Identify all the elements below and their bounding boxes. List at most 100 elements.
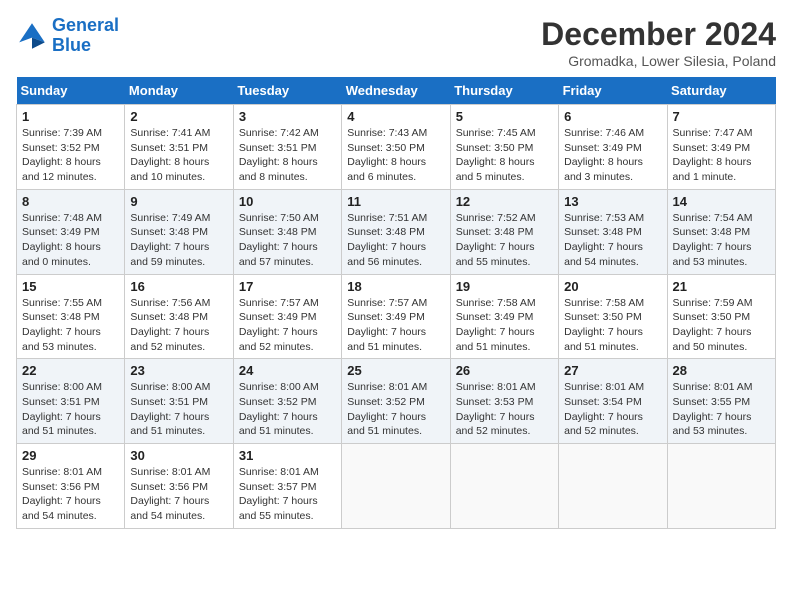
day-detail: Sunrise: 8:01 AM Sunset: 3:56 PM Dayligh… <box>22 465 119 524</box>
calendar-cell: 28 Sunrise: 8:01 AM Sunset: 3:55 PM Dayl… <box>667 359 775 444</box>
calendar-cell: 23 Sunrise: 8:00 AM Sunset: 3:51 PM Dayl… <box>125 359 233 444</box>
weekday-friday: Friday <box>559 77 667 105</box>
day-detail: Sunrise: 7:57 AM Sunset: 3:49 PM Dayligh… <box>239 296 336 355</box>
calendar-cell: 10 Sunrise: 7:50 AM Sunset: 3:48 PM Dayl… <box>233 189 341 274</box>
day-number: 28 <box>673 363 770 378</box>
calendar-cell: 8 Sunrise: 7:48 AM Sunset: 3:49 PM Dayli… <box>17 189 125 274</box>
day-number: 4 <box>347 109 444 124</box>
calendar-table: SundayMondayTuesdayWednesdayThursdayFrid… <box>16 77 776 529</box>
calendar-cell: 11 Sunrise: 7:51 AM Sunset: 3:48 PM Dayl… <box>342 189 450 274</box>
day-detail: Sunrise: 7:49 AM Sunset: 3:48 PM Dayligh… <box>130 211 227 270</box>
day-detail: Sunrise: 7:45 AM Sunset: 3:50 PM Dayligh… <box>456 126 553 185</box>
calendar-cell: 22 Sunrise: 8:00 AM Sunset: 3:51 PM Dayl… <box>17 359 125 444</box>
day-number: 20 <box>564 279 661 294</box>
day-number: 7 <box>673 109 770 124</box>
day-number: 12 <box>456 194 553 209</box>
calendar-cell: 15 Sunrise: 7:55 AM Sunset: 3:48 PM Dayl… <box>17 274 125 359</box>
title-area: December 2024 Gromadka, Lower Silesia, P… <box>541 16 776 69</box>
calendar-cell: 19 Sunrise: 7:58 AM Sunset: 3:49 PM Dayl… <box>450 274 558 359</box>
calendar-cell: 4 Sunrise: 7:43 AM Sunset: 3:50 PM Dayli… <box>342 105 450 190</box>
week-row-5: 29 Sunrise: 8:01 AM Sunset: 3:56 PM Dayl… <box>17 444 776 529</box>
day-number: 1 <box>22 109 119 124</box>
day-number: 11 <box>347 194 444 209</box>
day-detail: Sunrise: 7:53 AM Sunset: 3:48 PM Dayligh… <box>564 211 661 270</box>
day-number: 9 <box>130 194 227 209</box>
calendar-cell: 18 Sunrise: 7:57 AM Sunset: 3:49 PM Dayl… <box>342 274 450 359</box>
day-detail: Sunrise: 7:50 AM Sunset: 3:48 PM Dayligh… <box>239 211 336 270</box>
logo-icon <box>16 20 48 52</box>
calendar-cell <box>450 444 558 529</box>
day-number: 23 <box>130 363 227 378</box>
day-detail: Sunrise: 8:01 AM Sunset: 3:57 PM Dayligh… <box>239 465 336 524</box>
day-number: 19 <box>456 279 553 294</box>
week-row-2: 8 Sunrise: 7:48 AM Sunset: 3:49 PM Dayli… <box>17 189 776 274</box>
calendar-cell: 29 Sunrise: 8:01 AM Sunset: 3:56 PM Dayl… <box>17 444 125 529</box>
day-detail: Sunrise: 7:47 AM Sunset: 3:49 PM Dayligh… <box>673 126 770 185</box>
calendar-cell: 1 Sunrise: 7:39 AM Sunset: 3:52 PM Dayli… <box>17 105 125 190</box>
calendar-cell: 26 Sunrise: 8:01 AM Sunset: 3:53 PM Dayl… <box>450 359 558 444</box>
day-detail: Sunrise: 8:01 AM Sunset: 3:56 PM Dayligh… <box>130 465 227 524</box>
calendar-cell: 24 Sunrise: 8:00 AM Sunset: 3:52 PM Dayl… <box>233 359 341 444</box>
calendar-cell: 2 Sunrise: 7:41 AM Sunset: 3:51 PM Dayli… <box>125 105 233 190</box>
month-title: December 2024 <box>541 16 776 53</box>
calendar-cell: 13 Sunrise: 7:53 AM Sunset: 3:48 PM Dayl… <box>559 189 667 274</box>
day-number: 22 <box>22 363 119 378</box>
day-detail: Sunrise: 8:00 AM Sunset: 3:52 PM Dayligh… <box>239 380 336 439</box>
day-detail: Sunrise: 8:01 AM Sunset: 3:55 PM Dayligh… <box>673 380 770 439</box>
day-number: 29 <box>22 448 119 463</box>
calendar-cell <box>667 444 775 529</box>
calendar-cell: 9 Sunrise: 7:49 AM Sunset: 3:48 PM Dayli… <box>125 189 233 274</box>
day-number: 18 <box>347 279 444 294</box>
calendar-cell: 30 Sunrise: 8:01 AM Sunset: 3:56 PM Dayl… <box>125 444 233 529</box>
day-number: 17 <box>239 279 336 294</box>
day-number: 8 <box>22 194 119 209</box>
day-detail: Sunrise: 7:59 AM Sunset: 3:50 PM Dayligh… <box>673 296 770 355</box>
weekday-sunday: Sunday <box>17 77 125 105</box>
day-detail: Sunrise: 7:58 AM Sunset: 3:49 PM Dayligh… <box>456 296 553 355</box>
day-number: 30 <box>130 448 227 463</box>
day-number: 10 <box>239 194 336 209</box>
calendar-cell: 6 Sunrise: 7:46 AM Sunset: 3:49 PM Dayli… <box>559 105 667 190</box>
day-number: 13 <box>564 194 661 209</box>
calendar-cell: 12 Sunrise: 7:52 AM Sunset: 3:48 PM Dayl… <box>450 189 558 274</box>
day-detail: Sunrise: 7:57 AM Sunset: 3:49 PM Dayligh… <box>347 296 444 355</box>
calendar-cell: 17 Sunrise: 7:57 AM Sunset: 3:49 PM Dayl… <box>233 274 341 359</box>
week-row-4: 22 Sunrise: 8:00 AM Sunset: 3:51 PM Dayl… <box>17 359 776 444</box>
weekday-wednesday: Wednesday <box>342 77 450 105</box>
day-number: 2 <box>130 109 227 124</box>
day-number: 25 <box>347 363 444 378</box>
weekday-tuesday: Tuesday <box>233 77 341 105</box>
calendar-cell: 20 Sunrise: 7:58 AM Sunset: 3:50 PM Dayl… <box>559 274 667 359</box>
day-detail: Sunrise: 8:00 AM Sunset: 3:51 PM Dayligh… <box>130 380 227 439</box>
calendar-cell: 14 Sunrise: 7:54 AM Sunset: 3:48 PM Dayl… <box>667 189 775 274</box>
day-detail: Sunrise: 7:58 AM Sunset: 3:50 PM Dayligh… <box>564 296 661 355</box>
day-number: 6 <box>564 109 661 124</box>
day-detail: Sunrise: 7:43 AM Sunset: 3:50 PM Dayligh… <box>347 126 444 185</box>
weekday-thursday: Thursday <box>450 77 558 105</box>
calendar-cell <box>559 444 667 529</box>
day-detail: Sunrise: 7:56 AM Sunset: 3:48 PM Dayligh… <box>130 296 227 355</box>
day-number: 3 <box>239 109 336 124</box>
day-detail: Sunrise: 8:01 AM Sunset: 3:52 PM Dayligh… <box>347 380 444 439</box>
calendar-cell: 7 Sunrise: 7:47 AM Sunset: 3:49 PM Dayli… <box>667 105 775 190</box>
week-row-1: 1 Sunrise: 7:39 AM Sunset: 3:52 PM Dayli… <box>17 105 776 190</box>
location: Gromadka, Lower Silesia, Poland <box>541 53 776 69</box>
day-detail: Sunrise: 7:48 AM Sunset: 3:49 PM Dayligh… <box>22 211 119 270</box>
day-number: 24 <box>239 363 336 378</box>
day-detail: Sunrise: 7:52 AM Sunset: 3:48 PM Dayligh… <box>456 211 553 270</box>
calendar-cell: 16 Sunrise: 7:56 AM Sunset: 3:48 PM Dayl… <box>125 274 233 359</box>
day-detail: Sunrise: 8:00 AM Sunset: 3:51 PM Dayligh… <box>22 380 119 439</box>
logo: General Blue <box>16 16 119 56</box>
day-detail: Sunrise: 7:55 AM Sunset: 3:48 PM Dayligh… <box>22 296 119 355</box>
day-detail: Sunrise: 7:46 AM Sunset: 3:49 PM Dayligh… <box>564 126 661 185</box>
day-detail: Sunrise: 8:01 AM Sunset: 3:53 PM Dayligh… <box>456 380 553 439</box>
weekday-monday: Monday <box>125 77 233 105</box>
logo-text: General Blue <box>52 16 119 56</box>
day-number: 26 <box>456 363 553 378</box>
weekday-saturday: Saturday <box>667 77 775 105</box>
day-number: 16 <box>130 279 227 294</box>
day-number: 27 <box>564 363 661 378</box>
day-number: 14 <box>673 194 770 209</box>
weekday-header-row: SundayMondayTuesdayWednesdayThursdayFrid… <box>17 77 776 105</box>
day-detail: Sunrise: 7:39 AM Sunset: 3:52 PM Dayligh… <box>22 126 119 185</box>
